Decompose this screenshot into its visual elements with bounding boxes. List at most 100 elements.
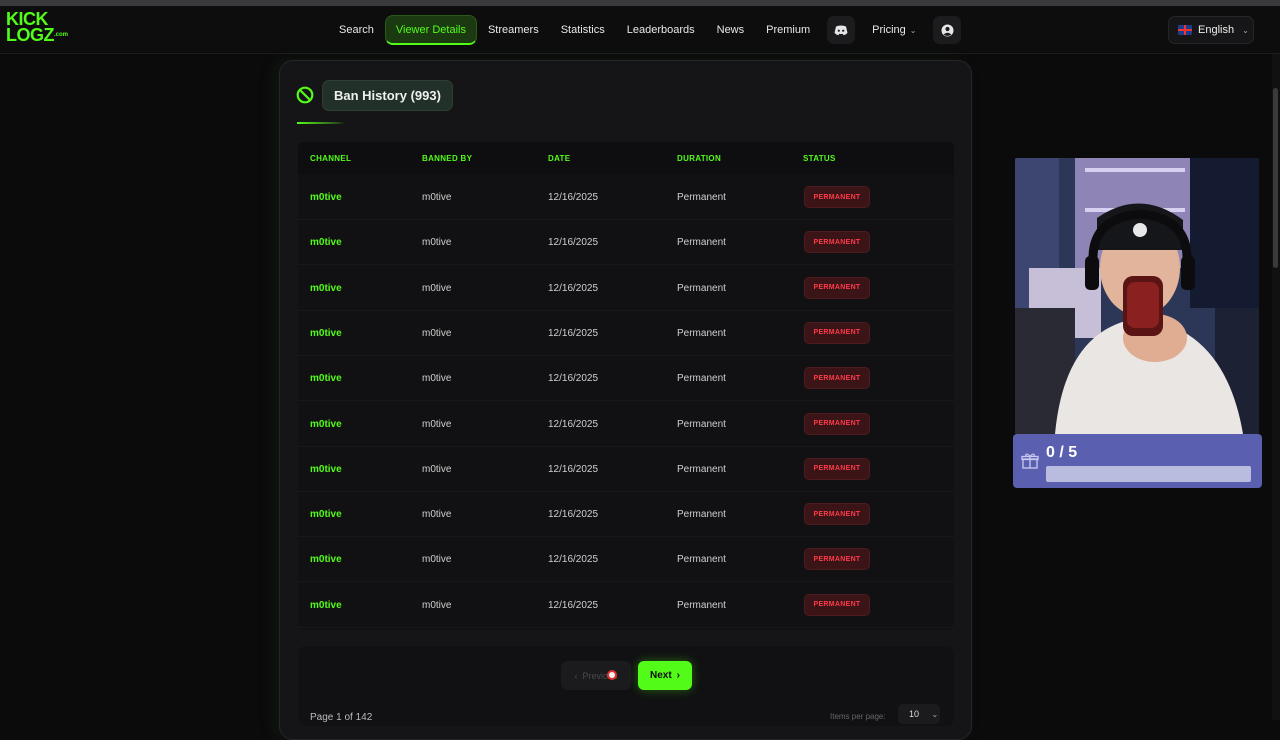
chevron-right-icon: › [676, 670, 681, 681]
ban-icon [296, 86, 314, 104]
page-info: Page 1 of 142 [310, 712, 373, 723]
status-badge: PERMANENT [804, 186, 870, 208]
nav-statistics[interactable]: Statistics [550, 15, 616, 45]
date-cell: 12/16/2025 [548, 463, 599, 475]
date-cell: 12/16/2025 [548, 418, 599, 430]
channel-cell[interactable]: m0tive [310, 464, 342, 475]
table-row: m0tive m0tive 12/16/2025 Permanent PERMANENT [298, 583, 954, 628]
status-badge: PERMANENT [804, 548, 870, 571]
channel-cell[interactable]: m0tive [310, 192, 342, 203]
chevron-down-icon: ⌄ [931, 710, 939, 719]
channel-cell[interactable]: m0tive [310, 237, 342, 248]
ban-history-title: Ban History (993) [322, 80, 453, 111]
title-underline [297, 122, 345, 124]
table-row: m0tive m0tive 12/16/2025 Permanent PERMANENT [298, 220, 954, 266]
nav-pricing[interactable]: Pricing ⌄ [861, 15, 927, 45]
status-badge: PERMANENT [804, 231, 870, 254]
logo-line2: LOGZ.com [6, 25, 69, 45]
banned-by-cell: m0tive [422, 554, 452, 566]
table-row: m0tive m0tive 12/16/2025 Permanent PERMANENT [298, 537, 954, 583]
ban-history-table: CHANNEL BANNED BY DATE DURATION STATUS m… [298, 142, 954, 630]
gift-goal-progress-bar [1046, 466, 1251, 482]
page-scrollbar-thumb[interactable] [1273, 88, 1278, 268]
status-badge: PERMANENT [804, 412, 870, 435]
channel-cell[interactable]: m0tive [310, 509, 342, 520]
gift-goal-count: 0 / 5 [1046, 444, 1078, 461]
discord-button[interactable] [827, 16, 856, 44]
table-row: m0tive m0tive 12/16/2025 Permanent PERMANENT [298, 311, 954, 356]
chevron-left-icon: ‹ [574, 670, 578, 681]
channel-cell[interactable]: m0tive [310, 373, 342, 384]
banned-by-cell: m0tive [422, 509, 452, 521]
mouse-cursor [607, 670, 617, 680]
column-status[interactable]: STATUS [803, 154, 836, 163]
duration-cell: Permanent [677, 463, 726, 475]
nav-search[interactable]: Search [328, 15, 385, 45]
duration-cell: Permanent [677, 373, 726, 385]
date-cell: 12/16/2025 [548, 554, 599, 566]
chevron-down-icon: ⌄ [1242, 25, 1249, 35]
language-label: English [1198, 24, 1235, 36]
table-row: m0tive m0tive 12/16/2025 Permanent PERMANENT [298, 402, 954, 447]
nav-streamers[interactable]: Streamers [477, 15, 550, 45]
gift-goal-widget: 0 / 5 [1013, 434, 1262, 488]
status-badge: PERMANENT [804, 367, 870, 390]
date-cell: 12/16/2025 [548, 282, 599, 294]
table-row: m0tive m0tive 12/16/2025 Permanent PERMANENT [298, 447, 954, 492]
duration-cell: Permanent [677, 554, 726, 566]
channel-cell[interactable]: m0tive [310, 419, 342, 430]
date-cell: 12/16/2025 [548, 373, 599, 385]
previous-button[interactable]: ‹ Previous [561, 661, 631, 690]
banned-by-cell: m0tive [422, 373, 452, 385]
table-row: m0tive m0tive 12/16/2025 Permanent PERMANENT [298, 356, 954, 402]
table-row: m0tive m0tive 12/16/2025 Permanent PERMANENT [298, 266, 954, 311]
column-banned-by[interactable]: BANNED BY [422, 154, 472, 163]
banned-by-cell: m0tive [422, 237, 452, 249]
nav-pricing-label: Pricing [872, 24, 906, 36]
site-logo[interactable]: KICK LOGZ.com [6, 10, 69, 47]
logo-suffix: .com [54, 32, 69, 38]
discord-icon [834, 25, 848, 35]
date-cell: 12/16/2025 [548, 237, 599, 249]
main-nav: Search Viewer Details Streamers Statisti… [328, 15, 967, 45]
language-selector[interactable]: English ⌄ [1168, 16, 1254, 44]
date-cell: 12/16/2025 [548, 327, 599, 339]
duration-cell: Permanent [677, 237, 726, 249]
webcam-image [1015, 158, 1259, 434]
banned-by-cell: m0tive [422, 463, 452, 475]
chevron-down-icon: ⌄ [909, 25, 917, 35]
items-per-page-value: 10 [909, 709, 920, 719]
user-circle-icon [941, 24, 954, 36]
status-badge: PERMANENT [804, 276, 870, 299]
nav-premium[interactable]: Premium [755, 15, 821, 45]
nav-leaderboards[interactable]: Leaderboards [616, 15, 706, 45]
duration-cell: Permanent [677, 509, 726, 521]
items-per-page-select[interactable]: 10 ⌄ [898, 704, 940, 724]
duration-cell: Permanent [677, 282, 726, 294]
duration-cell: Permanent [677, 192, 726, 203]
nav-viewer-details[interactable]: Viewer Details [384, 15, 477, 45]
date-cell: 12/16/2025 [548, 192, 599, 203]
nav-news[interactable]: News [706, 15, 756, 45]
gift-icon [1021, 453, 1039, 469]
top-navbar: KICK LOGZ.com Search Viewer Details Stre… [0, 6, 1280, 54]
status-badge: PERMANENT [804, 503, 870, 526]
account-button[interactable] [933, 16, 962, 44]
channel-cell[interactable]: m0tive [310, 554, 342, 565]
date-cell: 12/16/2025 [548, 509, 599, 521]
channel-cell[interactable]: m0tive [310, 600, 342, 611]
channel-cell[interactable]: m0tive [310, 283, 342, 294]
banned-by-cell: m0tive [422, 418, 452, 430]
column-date[interactable]: DATE [548, 154, 570, 163]
next-label: Next [649, 670, 672, 681]
channel-cell[interactable]: m0tive [310, 328, 342, 339]
column-duration[interactable]: DURATION [677, 154, 721, 163]
table-row: m0tive m0tive 12/16/2025 Permanent PERMANENT [298, 175, 954, 220]
status-badge: PERMANENT [804, 457, 870, 480]
column-channel[interactable]: CHANNEL [310, 154, 351, 163]
table-header: CHANNEL BANNED BY DATE DURATION STATUS [298, 142, 954, 174]
next-button[interactable]: Next › [638, 661, 692, 690]
banned-by-cell: m0tive [422, 282, 452, 294]
date-cell: 12/16/2025 [548, 599, 599, 611]
status-badge: PERMANENT [804, 321, 870, 344]
